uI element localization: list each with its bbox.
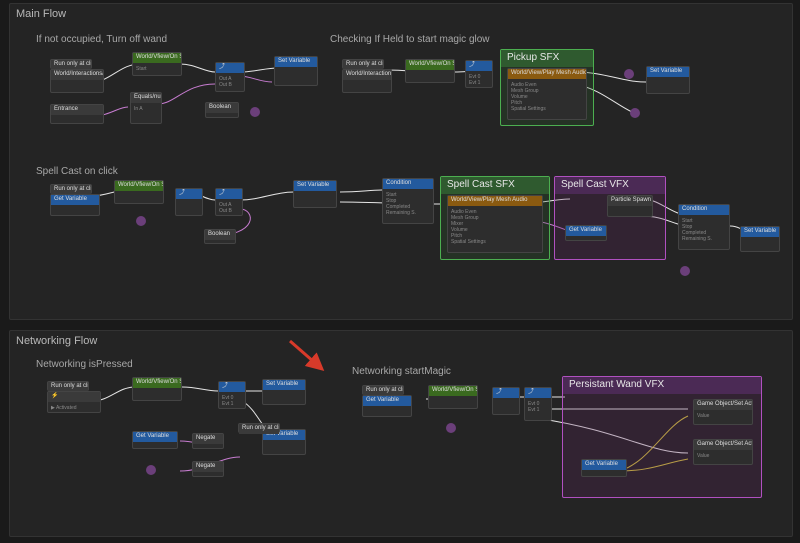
- get-variable-node-4[interactable]: Get Variable: [565, 225, 607, 241]
- play-mesh-audio-node-1[interactable]: World/View/Play Mesh Audio Audio Even Me…: [507, 68, 587, 120]
- persistant-vfx-title: Persistant Wand VFX: [563, 377, 761, 394]
- var-circle-n3[interactable]: [446, 423, 456, 433]
- var-circle-3[interactable]: [136, 216, 146, 226]
- negate-node-2[interactable]: Negate: [192, 461, 224, 477]
- state-change-node-2[interactable]: World/Vfiew/On State Change: [405, 59, 455, 83]
- condition-node-2[interactable]: Condition Start Stop Completed Remaining…: [678, 204, 730, 250]
- negate-node-1[interactable]: Negate: [192, 433, 224, 449]
- condition-node-1[interactable]: Condition Start Stop Completed Remaining…: [382, 178, 434, 224]
- spell-sfx-group: Spell Cast SFX World/View/Play Mesh Audi…: [440, 176, 550, 260]
- runon-badge: Run only at client s: [50, 59, 92, 69]
- spell-vfx-title: Spell Cast VFX: [555, 177, 665, 194]
- set-variable-node-2[interactable]: Set Variable: [646, 66, 690, 94]
- get-equipped-node[interactable]: World/Interactions/Get Equipped W: [50, 69, 104, 93]
- main-flow-wires: [10, 4, 792, 319]
- get-variable-node-n1[interactable]: Get Variable: [132, 431, 178, 449]
- branch-node-2[interactable]: ⤴ Evt 0Evt 1: [465, 60, 493, 88]
- entrance-node-1[interactable]: Entrance: [50, 104, 104, 124]
- state-change-node-3[interactable]: World/Vfiew/On State Change: [114, 180, 164, 204]
- get-variable-node-3[interactable]: Get Variable: [50, 194, 100, 216]
- state-change-node-n3[interactable]: World/Vfiew/On State Change: [428, 385, 478, 409]
- branch-node-1[interactable]: ⤴ Out AOut B: [215, 62, 245, 92]
- networking-ispressed-label: Networking isPressed: [36, 359, 133, 370]
- particle-node[interactable]: Particle Spawn: [607, 195, 653, 217]
- runon-badge-3: Run only at client s: [50, 184, 92, 194]
- play-mesh-audio-node-2[interactable]: World/View/Play Mesh Audio Audio Even Me…: [447, 195, 543, 253]
- red-arrow-icon: [288, 339, 328, 379]
- state-change-node-n1[interactable]: World/Vfiew/On State Change: [132, 377, 182, 401]
- var-circle-4[interactable]: [680, 266, 690, 276]
- get-variable-node-n4[interactable]: Get Variable: [581, 459, 627, 477]
- event-node-2[interactable]: World/Interactions/Get Equipped W: [342, 69, 392, 93]
- set-variable-node-3[interactable]: Set Variable: [293, 180, 337, 208]
- spell-vfx-group: Spell Cast VFX Particle Spawn Get Variab…: [554, 176, 666, 260]
- equals-node[interactable]: Equals/number In A: [130, 92, 162, 124]
- set-variable-node-n1[interactable]: Set Variable: [262, 379, 306, 405]
- state-change-node-1[interactable]: World/Vfiew/On State Change Start: [132, 52, 182, 76]
- turn-off-wand-label: If not occupied, Turn off wand: [36, 34, 167, 45]
- event-activated-node[interactable]: ⚡ ▶ Activated: [47, 391, 101, 413]
- set-variable-node-1[interactable]: Set Variable: [274, 56, 318, 86]
- networking-flow-title: Networking Flow: [16, 335, 97, 347]
- branch-node-n3b[interactable]: ⤴ Evt 0Evt 1: [524, 387, 552, 421]
- networking-startmagic-label: Networking startMagic: [352, 366, 451, 377]
- var-circle-2[interactable]: [624, 69, 634, 79]
- checking-held-label: Checking If Held to start magic glow: [330, 34, 490, 45]
- set-variable-node-4[interactable]: Set Variable: [740, 226, 780, 252]
- runon-badge-2: Run only at client s: [342, 59, 384, 69]
- branch-node-3[interactable]: ⤴: [175, 188, 203, 216]
- set-active-node-2[interactable]: Game Object/Set Active Value: [693, 439, 753, 465]
- spell-cast-click-label: Spell Cast on click: [36, 166, 118, 177]
- runon-badge-n1: Run only at client s: [47, 381, 89, 391]
- get-variable-node-n3[interactable]: Get Variable: [362, 395, 412, 417]
- runon-badge-n3: Run only at client s: [362, 385, 404, 395]
- boolean-node[interactable]: Boolean: [205, 102, 239, 118]
- pickup-sfx-title: Pickup SFX: [501, 50, 593, 67]
- boolean-node-3[interactable]: Boolean: [204, 229, 236, 244]
- networking-flow-section: Networking Flow Networking isPressed Net…: [9, 330, 793, 537]
- main-flow-title: Main Flow: [16, 8, 66, 20]
- persistant-vfx-group: Persistant Wand VFX Game Object/Set Acti…: [562, 376, 762, 498]
- var-circle-1[interactable]: [250, 107, 260, 117]
- var-circle-n1[interactable]: [146, 465, 156, 475]
- branch-node-n3[interactable]: ⤴: [492, 387, 520, 415]
- runon-badge-n2: Run only at client s: [238, 423, 280, 433]
- spell-sfx-title: Spell Cast SFX: [441, 177, 549, 194]
- var-circle-2b[interactable]: [630, 108, 640, 118]
- pickup-sfx-group: Pickup SFX World/View/Play Mesh Audio Au…: [500, 49, 594, 126]
- main-flow-section: Main Flow If not occupied, Turn off wand…: [9, 3, 793, 320]
- branch-node-3b[interactable]: ⤴ Out AOut B: [215, 188, 243, 216]
- branch-node-n1[interactable]: ⤴ Evt 0Evt 1: [218, 381, 246, 409]
- set-active-node-1[interactable]: Game Object/Set Active Value: [693, 399, 753, 425]
